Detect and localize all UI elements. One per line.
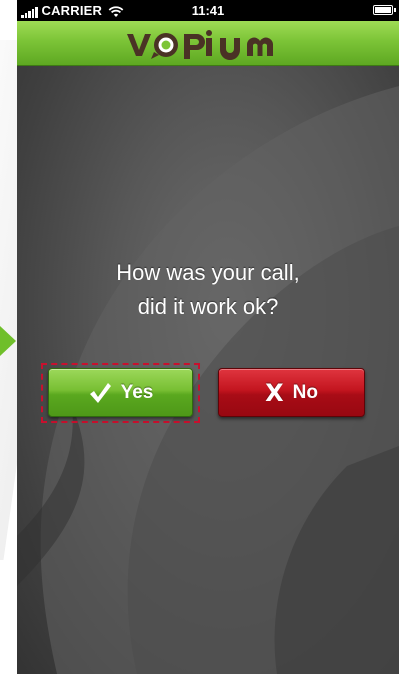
- question-line-2: did it work ok?: [137, 294, 279, 319]
- no-button-label: No: [292, 381, 318, 403]
- nav-header: [17, 21, 399, 66]
- battery-icon: [373, 5, 393, 15]
- status-time: 11:41: [191, 3, 225, 18]
- x-icon: X: [265, 378, 284, 407]
- phone-screen: CARRIER 11:41 How was your call, did it …: [17, 0, 399, 674]
- call-feedback-question: How was your call, did it work ok?: [17, 256, 399, 324]
- battery-nub: [394, 8, 396, 12]
- vopium-logo: [127, 30, 273, 60]
- pointer-arrow-icon: [0, 326, 16, 356]
- content-area: How was your call, did it work ok? Yes X…: [17, 66, 399, 674]
- status-bar: CARRIER 11:41: [17, 0, 399, 21]
- question-line-1: How was your call,: [116, 260, 300, 285]
- yes-button-label: Yes: [120, 381, 154, 403]
- yes-button[interactable]: Yes: [48, 368, 193, 417]
- no-button[interactable]: X No: [218, 368, 365, 417]
- checkmark-icon: [89, 382, 111, 403]
